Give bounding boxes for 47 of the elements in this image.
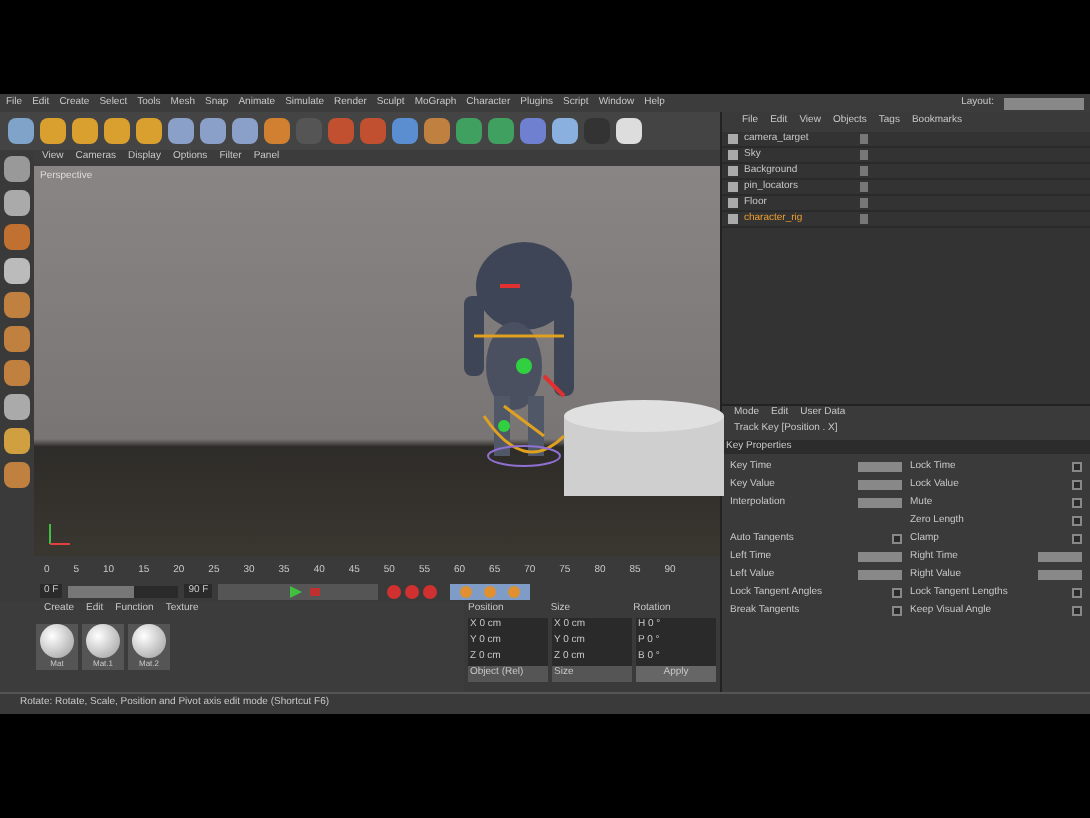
checkbox[interactable] <box>892 606 902 616</box>
tool-icon[interactable] <box>40 118 66 144</box>
value-field[interactable] <box>858 498 902 508</box>
checkbox[interactable] <box>1072 480 1082 490</box>
tool-icon[interactable] <box>552 118 578 144</box>
checkbox[interactable] <box>1072 606 1082 616</box>
checkbox[interactable] <box>892 534 902 544</box>
tool-icon[interactable] <box>4 258 30 284</box>
checkbox[interactable] <box>1072 516 1082 526</box>
tool-icon[interactable] <box>424 118 450 144</box>
range-slider[interactable] <box>68 585 179 597</box>
tool-icon[interactable] <box>168 118 194 144</box>
value-field[interactable] <box>858 552 902 562</box>
key-filter-icon[interactable] <box>450 583 531 599</box>
tool-icon[interactable] <box>4 326 30 352</box>
tool-icon[interactable] <box>4 156 30 182</box>
checkbox[interactable] <box>1072 588 1082 598</box>
value-field[interactable] <box>858 462 902 472</box>
tool-icon[interactable] <box>4 360 30 386</box>
tool-icon[interactable] <box>8 118 34 144</box>
checkbox[interactable] <box>1072 534 1082 544</box>
tool-icon[interactable] <box>4 190 30 216</box>
tool-icon[interactable] <box>4 292 30 318</box>
tool-icon[interactable] <box>456 118 482 144</box>
checkbox[interactable] <box>1072 462 1082 472</box>
value-field[interactable] <box>858 570 902 580</box>
tool-icon[interactable] <box>488 118 514 144</box>
tool-icon[interactable] <box>264 118 290 144</box>
tool-icon[interactable] <box>200 118 226 144</box>
checkbox[interactable] <box>1072 498 1082 508</box>
tool-icon[interactable] <box>4 462 30 488</box>
value-field[interactable] <box>1038 570 1082 580</box>
layout-dropdown[interactable] <box>1004 97 1084 109</box>
axis-icon <box>46 520 74 548</box>
tool-icon[interactable] <box>104 118 130 144</box>
tool-icon[interactable] <box>232 118 258 144</box>
tool-icon[interactable] <box>72 118 98 144</box>
value-field[interactable] <box>858 480 902 490</box>
value-field[interactable] <box>1038 552 1082 562</box>
tool-icon[interactable] <box>4 394 30 420</box>
tool-icon[interactable] <box>392 118 418 144</box>
playback-controls-icon[interactable] <box>218 583 379 599</box>
tool-icon[interactable] <box>4 224 30 250</box>
tool-icon[interactable] <box>4 428 30 454</box>
tool-icon[interactable] <box>136 118 162 144</box>
checkbox[interactable] <box>892 588 902 598</box>
tool-icon[interactable] <box>616 118 642 144</box>
